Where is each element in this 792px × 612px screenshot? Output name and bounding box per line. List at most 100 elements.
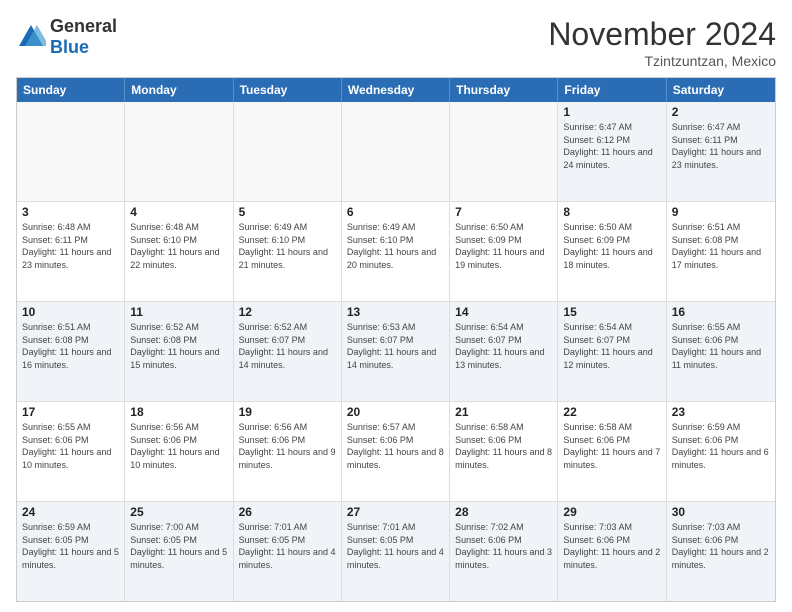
day-number: 23	[672, 405, 770, 419]
calendar-cell: 16Sunrise: 6:55 AM Sunset: 6:06 PM Dayli…	[667, 302, 775, 401]
day-number: 12	[239, 305, 336, 319]
day-info: Sunrise: 7:01 AM Sunset: 6:05 PM Dayligh…	[239, 521, 336, 571]
month-title: November 2024	[548, 16, 776, 53]
calendar-cell: 11 Sunrise: 6:52 AM Sunset: 6:08 PM Dayli…	[125, 302, 233, 401]
calendar-cell: 12 Sunrise: 6:52 AM Sunset: 6:07 PM Dayli…	[234, 302, 342, 401]
day-number: 26	[239, 505, 336, 519]
day-info: Sunrise: 6:47 AM Sunset: 6:11 PM Dayligh…	[672, 121, 770, 171]
logo-blue: Blue	[50, 37, 89, 57]
calendar-cell	[125, 102, 233, 201]
calendar-row: 1Sunrise: 6:47 AM Sunset: 6:12 PM Daylig…	[17, 102, 775, 202]
calendar-cell: 1Sunrise: 6:47 AM Sunset: 6:12 PM Daylig…	[558, 102, 666, 201]
calendar-cell: 7 Sunrise: 6:50 AM Sunset: 6:09 PM Daylig…	[450, 202, 558, 301]
calendar-cell: 26 Sunrise: 7:01 AM Sunset: 6:05 PM Dayli…	[234, 502, 342, 601]
day-number: 14	[455, 305, 552, 319]
logo: General Blue	[16, 16, 117, 58]
day-info: Sunrise: 6:59 AM Sunset: 6:05 PM Dayligh…	[22, 521, 119, 571]
calendar-cell: 21 Sunrise: 6:58 AM Sunset: 6:06 PM Dayli…	[450, 402, 558, 501]
calendar-cell: 28 Sunrise: 7:02 AM Sunset: 6:06 PM Dayli…	[450, 502, 558, 601]
day-number: 13	[347, 305, 444, 319]
day-info: Sunrise: 7:02 AM Sunset: 6:06 PM Dayligh…	[455, 521, 552, 571]
day-number: 1	[563, 105, 660, 119]
calendar-cell: 2 Sunrise: 6:47 AM Sunset: 6:11 PM Daylig…	[667, 102, 775, 201]
day-info: Sunrise: 6:59 AM Sunset: 6:06 PM Dayligh…	[672, 421, 770, 471]
calendar-cell: 29Sunrise: 7:03 AM Sunset: 6:06 PM Dayli…	[558, 502, 666, 601]
day-info: Sunrise: 7:03 AM Sunset: 6:06 PM Dayligh…	[563, 521, 660, 571]
calendar-row: 24 Sunrise: 6:59 AM Sunset: 6:05 PM Dayli…	[17, 502, 775, 601]
title-section: November 2024 Tzintzuntzan, Mexico	[548, 16, 776, 69]
calendar-cell: 30 Sunrise: 7:03 AM Sunset: 6:06 PM Dayli…	[667, 502, 775, 601]
day-info: Sunrise: 6:52 AM Sunset: 6:08 PM Dayligh…	[130, 321, 227, 371]
day-info: Sunrise: 7:00 AM Sunset: 6:05 PM Dayligh…	[130, 521, 227, 571]
calendar-cell: 10 Sunrise: 6:51 AM Sunset: 6:08 PM Dayli…	[17, 302, 125, 401]
calendar-cell: 27Sunrise: 7:01 AM Sunset: 6:05 PM Dayli…	[342, 502, 450, 601]
weekday-header: Thursday	[450, 78, 558, 102]
day-number: 22	[563, 405, 660, 419]
day-number: 9	[672, 205, 770, 219]
day-info: Sunrise: 6:57 AM Sunset: 6:06 PM Dayligh…	[347, 421, 444, 471]
day-info: Sunrise: 6:56 AM Sunset: 6:06 PM Dayligh…	[239, 421, 336, 471]
day-info: Sunrise: 6:52 AM Sunset: 6:07 PM Dayligh…	[239, 321, 336, 371]
day-info: Sunrise: 6:48 AM Sunset: 6:11 PM Dayligh…	[22, 221, 119, 271]
day-number: 18	[130, 405, 227, 419]
day-info: Sunrise: 7:03 AM Sunset: 6:06 PM Dayligh…	[672, 521, 770, 571]
day-info: Sunrise: 6:58 AM Sunset: 6:06 PM Dayligh…	[563, 421, 660, 471]
calendar-cell: 4 Sunrise: 6:48 AM Sunset: 6:10 PM Daylig…	[125, 202, 233, 301]
calendar-cell: 5 Sunrise: 6:49 AM Sunset: 6:10 PM Daylig…	[234, 202, 342, 301]
day-info: Sunrise: 6:51 AM Sunset: 6:08 PM Dayligh…	[672, 221, 770, 271]
day-info: Sunrise: 6:55 AM Sunset: 6:06 PM Dayligh…	[22, 421, 119, 471]
calendar-cell: 18 Sunrise: 6:56 AM Sunset: 6:06 PM Dayli…	[125, 402, 233, 501]
day-number: 2	[672, 105, 770, 119]
calendar-header: SundayMondayTuesdayWednesdayThursdayFrid…	[17, 78, 775, 102]
day-info: Sunrise: 6:51 AM Sunset: 6:08 PM Dayligh…	[22, 321, 119, 371]
logo-text: General Blue	[50, 16, 117, 58]
calendar-cell: 14Sunrise: 6:54 AM Sunset: 6:07 PM Dayli…	[450, 302, 558, 401]
day-number: 6	[347, 205, 444, 219]
calendar-cell: 13Sunrise: 6:53 AM Sunset: 6:07 PM Dayli…	[342, 302, 450, 401]
day-number: 28	[455, 505, 552, 519]
day-info: Sunrise: 6:54 AM Sunset: 6:07 PM Dayligh…	[563, 321, 660, 371]
calendar-cell: 3 Sunrise: 6:48 AM Sunset: 6:11 PM Daylig…	[17, 202, 125, 301]
calendar: SundayMondayTuesdayWednesdayThursdayFrid…	[16, 77, 776, 602]
weekday-header: Sunday	[17, 78, 125, 102]
location: Tzintzuntzan, Mexico	[548, 53, 776, 69]
weekday-header: Tuesday	[234, 78, 342, 102]
page: General Blue November 2024 Tzintzuntzan,…	[0, 0, 792, 612]
day-number: 21	[455, 405, 552, 419]
header: General Blue November 2024 Tzintzuntzan,…	[16, 16, 776, 69]
weekday-header: Wednesday	[342, 78, 450, 102]
day-info: Sunrise: 6:58 AM Sunset: 6:06 PM Dayligh…	[455, 421, 552, 471]
calendar-cell: 6Sunrise: 6:49 AM Sunset: 6:10 PM Daylig…	[342, 202, 450, 301]
calendar-row: 17Sunrise: 6:55 AM Sunset: 6:06 PM Dayli…	[17, 402, 775, 502]
day-number: 19	[239, 405, 336, 419]
weekday-header: Saturday	[667, 78, 775, 102]
calendar-cell	[17, 102, 125, 201]
day-number: 3	[22, 205, 119, 219]
day-info: Sunrise: 6:56 AM Sunset: 6:06 PM Dayligh…	[130, 421, 227, 471]
calendar-row: 10 Sunrise: 6:51 AM Sunset: 6:08 PM Dayli…	[17, 302, 775, 402]
day-info: Sunrise: 6:49 AM Sunset: 6:10 PM Dayligh…	[239, 221, 336, 271]
calendar-cell: 23 Sunrise: 6:59 AM Sunset: 6:06 PM Dayli…	[667, 402, 775, 501]
day-number: 16	[672, 305, 770, 319]
calendar-cell: 20 Sunrise: 6:57 AM Sunset: 6:06 PM Dayli…	[342, 402, 450, 501]
day-number: 5	[239, 205, 336, 219]
calendar-cell: 9 Sunrise: 6:51 AM Sunset: 6:08 PM Daylig…	[667, 202, 775, 301]
day-number: 30	[672, 505, 770, 519]
day-number: 25	[130, 505, 227, 519]
day-number: 7	[455, 205, 552, 219]
day-info: Sunrise: 6:50 AM Sunset: 6:09 PM Dayligh…	[455, 221, 552, 271]
day-number: 20	[347, 405, 444, 419]
day-number: 11	[130, 305, 227, 319]
day-number: 4	[130, 205, 227, 219]
weekday-header: Monday	[125, 78, 233, 102]
calendar-cell: 17Sunrise: 6:55 AM Sunset: 6:06 PM Dayli…	[17, 402, 125, 501]
day-info: Sunrise: 6:48 AM Sunset: 6:10 PM Dayligh…	[130, 221, 227, 271]
calendar-cell: 25 Sunrise: 7:00 AM Sunset: 6:05 PM Dayli…	[125, 502, 233, 601]
calendar-cell: 24 Sunrise: 6:59 AM Sunset: 6:05 PM Dayli…	[17, 502, 125, 601]
day-number: 10	[22, 305, 119, 319]
day-info: Sunrise: 6:50 AM Sunset: 6:09 PM Dayligh…	[563, 221, 660, 271]
weekday-header: Friday	[558, 78, 666, 102]
day-number: 15	[563, 305, 660, 319]
day-number: 24	[22, 505, 119, 519]
calendar-row: 3 Sunrise: 6:48 AM Sunset: 6:11 PM Daylig…	[17, 202, 775, 302]
